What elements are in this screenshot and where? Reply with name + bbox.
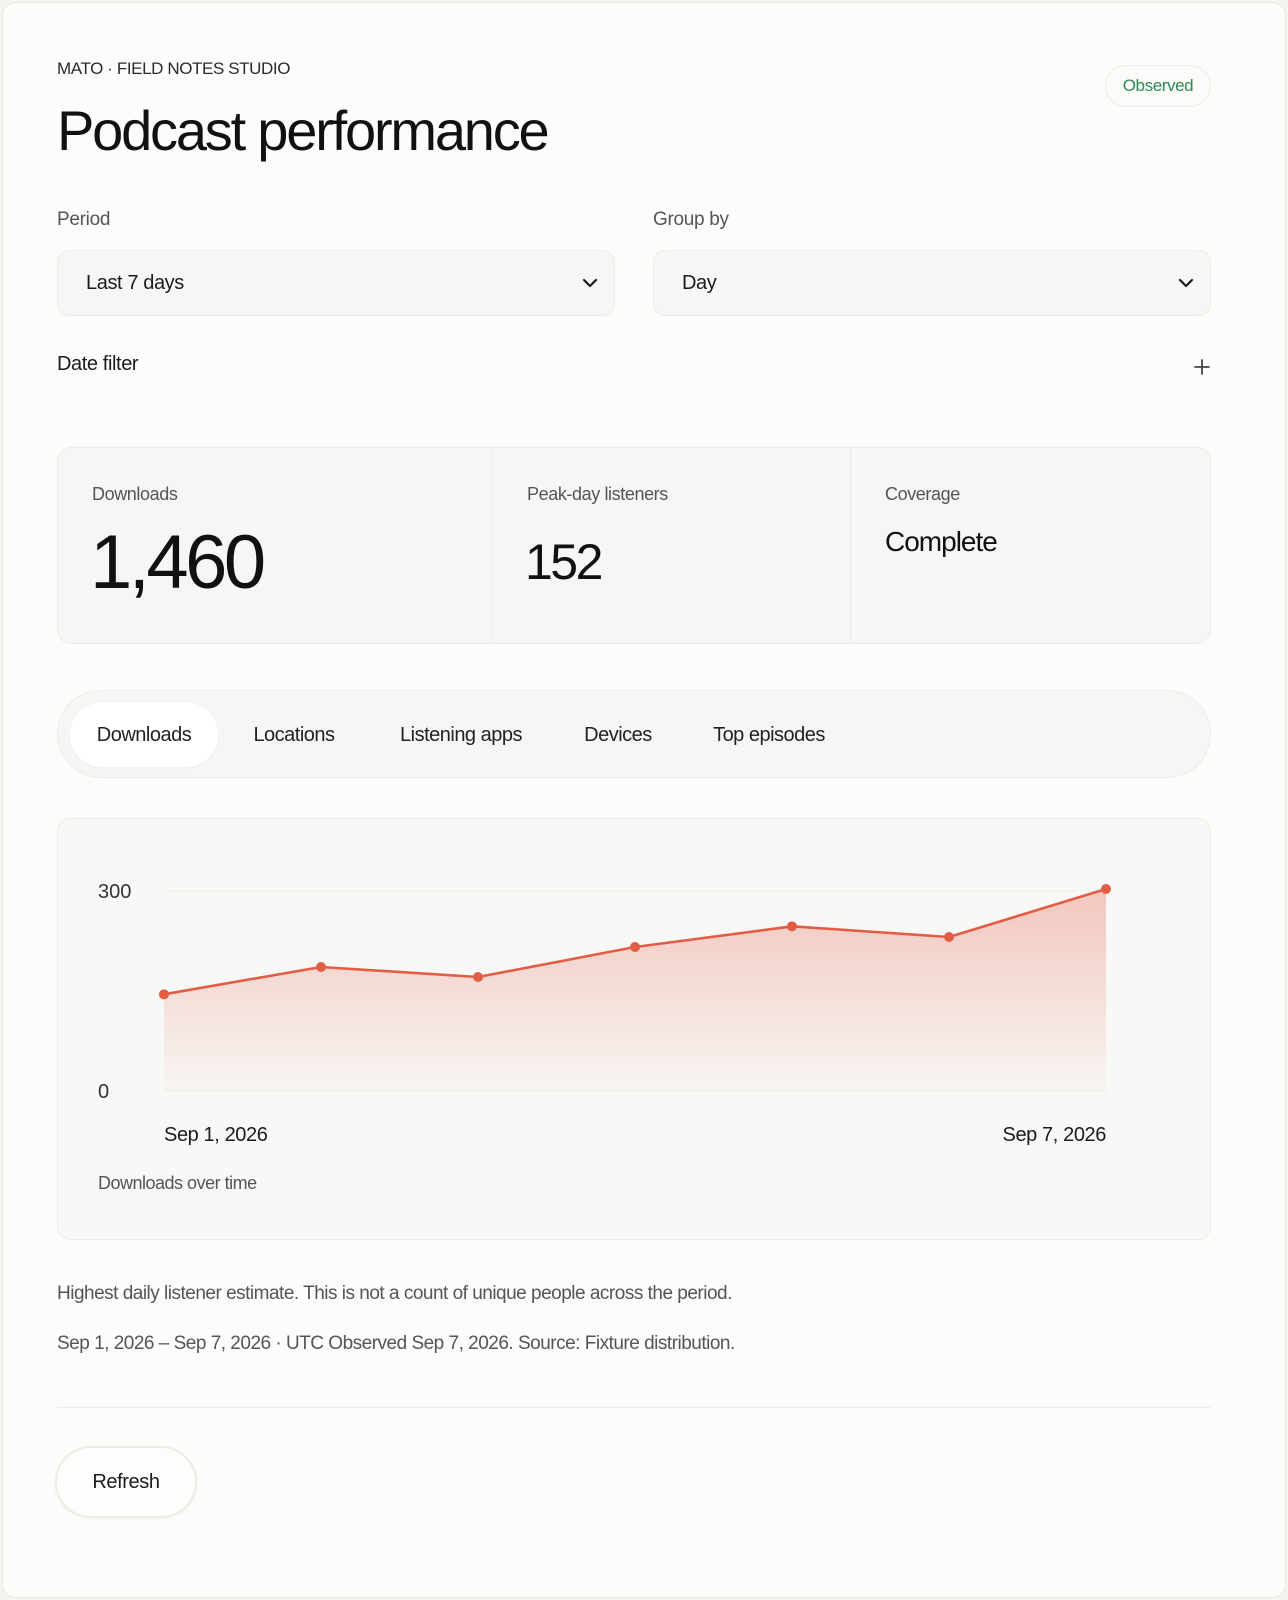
- downloads-chart-card: 300 0 Sep 1, 2026 Sep 7, 2026 Downloads ove…: [57, 818, 1211, 1240]
- x-tick-label: Sep 1, 2026: [164, 1124, 268, 1146]
- group-by-select-value: Day: [682, 271, 717, 294]
- data-point: [630, 942, 640, 952]
- tab-devices[interactable]: Devices: [566, 703, 670, 767]
- y-tick-label: 0: [98, 1081, 109, 1103]
- chevron-down-icon: [582, 278, 598, 288]
- refresh-button[interactable]: Refresh: [55, 1446, 197, 1518]
- stat-downloads-value: 1,460: [90, 520, 266, 605]
- tab-downloads[interactable]: Downloads: [70, 703, 218, 767]
- series-area: [164, 889, 1106, 1091]
- status-badge: Observed: [1105, 65, 1211, 107]
- tab-top-episodes[interactable]: Top episodes: [694, 703, 844, 767]
- stat-coverage-label: Coverage: [885, 484, 960, 504]
- group-by-select[interactable]: Day: [653, 250, 1211, 316]
- downloads-chart: 300 0 Sep 1, 2026 Sep 7, 2026: [98, 881, 1111, 1146]
- data-point: [1101, 884, 1111, 894]
- chart-caption: Downloads over time: [98, 1173, 257, 1193]
- peak-listeners-note: Highest daily listener estimate. This is…: [57, 1283, 732, 1304]
- data-point: [316, 962, 326, 972]
- page-title: Podcast performance: [57, 99, 550, 162]
- stat-coverage-value: Complete: [885, 526, 998, 557]
- group-by-label: Group by: [653, 209, 729, 230]
- period-select-value: Last 7 days: [86, 271, 184, 294]
- data-point: [944, 932, 954, 942]
- y-tick-label: 300: [98, 881, 131, 903]
- plus-icon[interactable]: [1191, 356, 1213, 378]
- tab-bar: Downloads Locations Listening apps Devic…: [57, 690, 1211, 778]
- stats-panel: Downloads 1,460 Peak-day listeners 152 C…: [57, 447, 1211, 644]
- stat-downloads-label: Downloads: [92, 484, 178, 504]
- stat-peak-label: Peak-day listeners: [527, 484, 668, 504]
- tab-listening-apps[interactable]: Listening apps: [376, 703, 546, 767]
- date-range-note: Sep 1, 2026 – Sep 7, 2026 · UTC Observed…: [57, 1333, 735, 1354]
- date-filter-toggle[interactable]: Date filter: [57, 353, 139, 376]
- workspace-eyebrow: MATO · FIELD NOTES STUDIO: [57, 59, 291, 78]
- chevron-down-icon: [1178, 278, 1194, 288]
- tab-locations[interactable]: Locations: [234, 703, 354, 767]
- stat-coverage: Coverage Complete: [850, 448, 1210, 643]
- stat-peak-value: 152: [525, 534, 603, 590]
- stat-peak-listeners: Peak-day listeners 152: [492, 448, 850, 643]
- data-point: [473, 972, 483, 982]
- period-select[interactable]: Last 7 days: [57, 250, 615, 316]
- data-point: [159, 989, 169, 1000]
- divider: [57, 1407, 1211, 1408]
- page-card: MATO · FIELD NOTES STUDIO Podcast perfor…: [2, 2, 1286, 1598]
- period-label: Period: [57, 209, 111, 230]
- x-tick-label: Sep 7, 2026: [1003, 1124, 1107, 1146]
- data-point: [787, 921, 797, 932]
- stat-downloads: Downloads 1,460: [58, 448, 492, 643]
